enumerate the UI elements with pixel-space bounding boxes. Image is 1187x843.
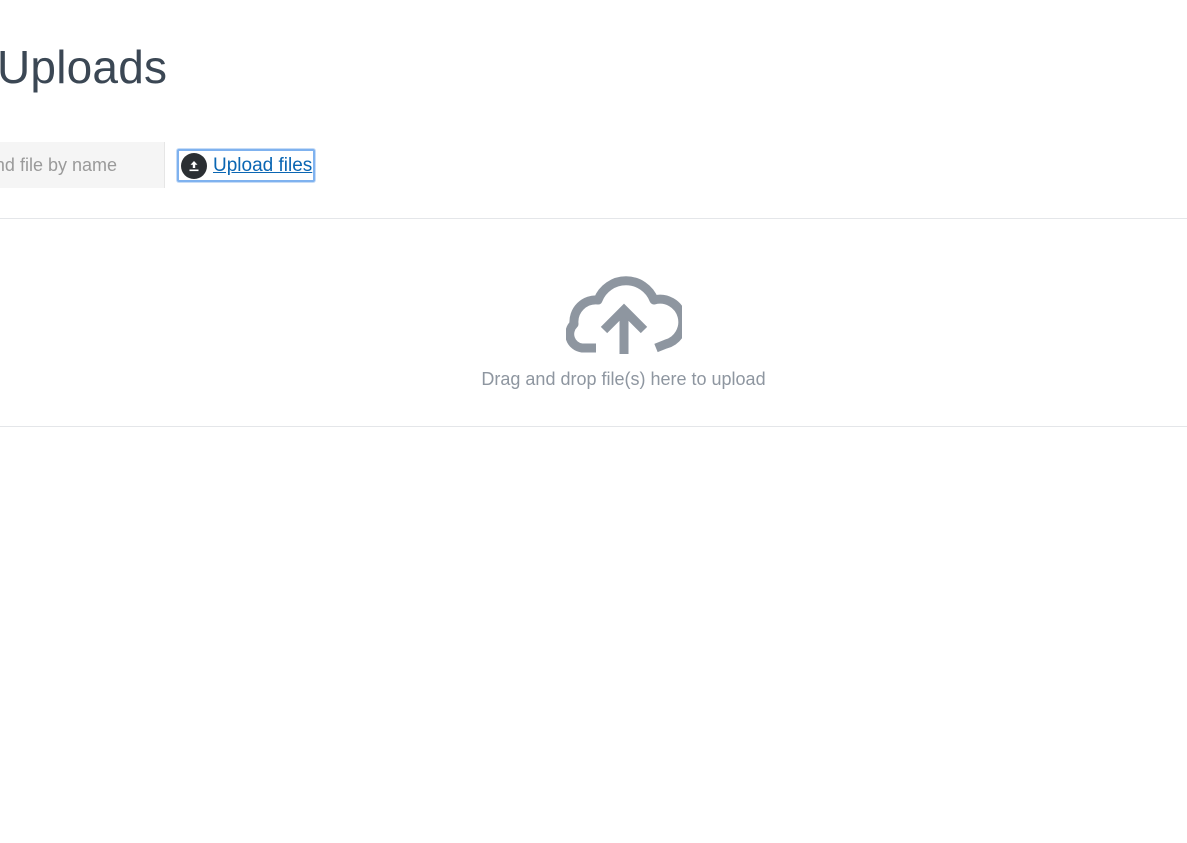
dropzone-text: Drag and drop file(s) here to upload [481,369,766,389]
dropzone[interactable]: Drag and drop file(s) here to upload [0,219,1187,426]
upload-files-label: Upload files [213,155,313,176]
upload-icon [181,152,207,179]
toolbar: Upload files [0,142,400,190]
page-title: Uploads [0,41,168,93]
search-input[interactable] [0,142,165,188]
upload-files-button[interactable]: Upload files [177,149,316,182]
uploads-page: Uploads Upload files Drag and drop file(… [0,0,1187,843]
divider [0,426,1187,427]
cloud-upload-icon [566,276,682,354]
